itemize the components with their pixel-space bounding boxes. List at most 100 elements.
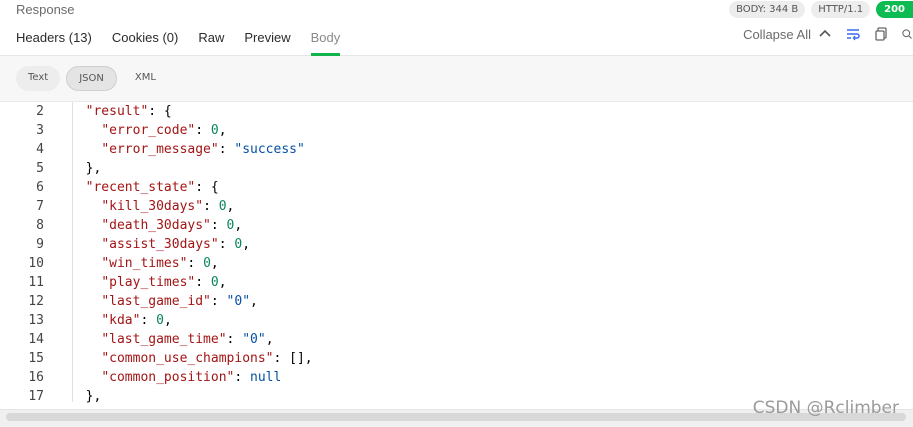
- http-version-badge: HTTP/1.1: [811, 1, 871, 18]
- chevron-up-icon: [819, 29, 831, 37]
- search-icon[interactable]: [901, 26, 913, 42]
- response-header: Response BODY: 344 B HTTP/1.1 200 Header…: [0, 0, 913, 56]
- token-sep: :: [226, 332, 243, 347]
- line-number: 8: [36, 218, 44, 233]
- line-number: 2: [36, 104, 44, 119]
- token-num: 0: [210, 123, 219, 138]
- token-num: 0: [156, 313, 164, 328]
- code-line: 2 "result": {: [0, 102, 913, 121]
- token-tail: ,: [210, 256, 219, 271]
- line-number: 7: [36, 199, 44, 214]
- tab-headers[interactable]: Headers (13): [16, 30, 92, 56]
- panel-title: Response: [16, 2, 75, 17]
- wrap-lines-icon[interactable]: [845, 26, 861, 42]
- body-size-badge: BODY: 344 B: [729, 1, 806, 18]
- line-content: },: [70, 387, 102, 406]
- token-rest: : [],: [273, 351, 313, 366]
- format-mode-group: Text JSON XML: [16, 66, 168, 91]
- code-line: 16 "common_position": null: [0, 368, 913, 387]
- code-lines: 2 "result": {3 "error_code": 0, 4 "error_…: [0, 102, 913, 406]
- copy-icon[interactable]: [873, 26, 889, 42]
- token-rest: : {: [195, 180, 219, 195]
- line-number: 15: [28, 351, 44, 366]
- line-number: 17: [28, 389, 44, 404]
- token-key: "recent_state": [85, 180, 196, 195]
- token-sep: :: [195, 123, 211, 138]
- code-line: 4 "error_message": "success": [0, 140, 913, 159]
- token-tail: ,: [242, 237, 251, 252]
- line-number: 16: [28, 370, 44, 385]
- line-content: "common_position": null: [70, 368, 281, 387]
- mode-text-button[interactable]: Text: [16, 66, 61, 91]
- line-content: "win_times": 0,: [70, 254, 219, 273]
- token-key: "kda": [101, 313, 141, 328]
- token-sep: :: [218, 237, 235, 252]
- format-mode-bar: Text JSON XML: [0, 56, 913, 102]
- token-tail: ,: [234, 218, 243, 233]
- token-sep: :: [187, 256, 204, 271]
- code-line: 7 "kill_30days": 0,: [0, 197, 913, 216]
- line-number: 5: [36, 161, 44, 176]
- line-content: "play_times": 0,: [70, 273, 227, 292]
- token-key: "common_use_champions": [101, 351, 274, 366]
- status-badge: 200: [876, 1, 913, 18]
- token-sep: :: [210, 218, 227, 233]
- line-content: "death_30days": 0,: [70, 216, 242, 235]
- token-lit: null: [250, 370, 282, 385]
- token-sep: :: [218, 142, 235, 157]
- code-line: 13 "kda": 0,: [0, 311, 913, 330]
- token-str: "0": [242, 332, 266, 347]
- token-sep: :: [234, 370, 251, 385]
- watermark: CSDN @Rclimber: [752, 398, 899, 418]
- line-content: "assist_30days": 0,: [70, 235, 250, 254]
- code-line: 5 },: [0, 159, 913, 178]
- line-number: 9: [36, 237, 44, 252]
- line-number: 3: [36, 123, 44, 138]
- code-line: 6 "recent_state": {: [0, 178, 913, 197]
- line-content: "last_game_id": "0",: [70, 292, 258, 311]
- token-tail: ,: [218, 275, 227, 290]
- line-number: 11: [28, 275, 44, 290]
- line-number: 4: [36, 142, 44, 157]
- token-sep: :: [140, 313, 157, 328]
- line-number: 13: [28, 313, 44, 328]
- token-plain: },: [85, 161, 102, 176]
- tab-cookies[interactable]: Cookies (0): [112, 30, 178, 56]
- token-sep: :: [203, 199, 219, 214]
- tab-body[interactable]: Body: [310, 30, 341, 56]
- indent-guide: [72, 102, 73, 402]
- code-line: 15 "common_use_champions": [],: [0, 349, 913, 368]
- token-num: 0: [203, 256, 211, 271]
- tab-raw[interactable]: Raw: [198, 30, 224, 56]
- line-content: "result": {: [70, 102, 172, 121]
- mode-json-button[interactable]: JSON: [66, 66, 117, 91]
- line-number: 12: [28, 294, 44, 309]
- line-content: "common_use_champions": [],: [70, 349, 313, 368]
- mode-xml-button[interactable]: XML: [123, 66, 168, 91]
- token-key: "last_game_id": [101, 294, 211, 309]
- token-str: "0": [226, 294, 251, 309]
- code-line: 11 "play_times": 0,: [0, 273, 913, 292]
- json-body-viewer[interactable]: 2 "result": {3 "error_code": 0, 4 "error_…: [0, 102, 913, 412]
- tab-preview[interactable]: Preview: [244, 30, 290, 56]
- code-line: 3 "error_code": 0,: [0, 121, 913, 140]
- line-number: 6: [36, 180, 44, 195]
- collapse-all-button[interactable]: Collapse All: [743, 26, 833, 42]
- token-key: "death_30days": [101, 218, 211, 233]
- token-key: "result": [85, 104, 149, 119]
- line-number: 14: [28, 332, 44, 347]
- response-tabs: Headers (13) Cookies (0) Raw Preview Bod…: [16, 30, 341, 56]
- token-key: "error_code": [101, 123, 196, 138]
- token-rest: : {: [148, 104, 172, 119]
